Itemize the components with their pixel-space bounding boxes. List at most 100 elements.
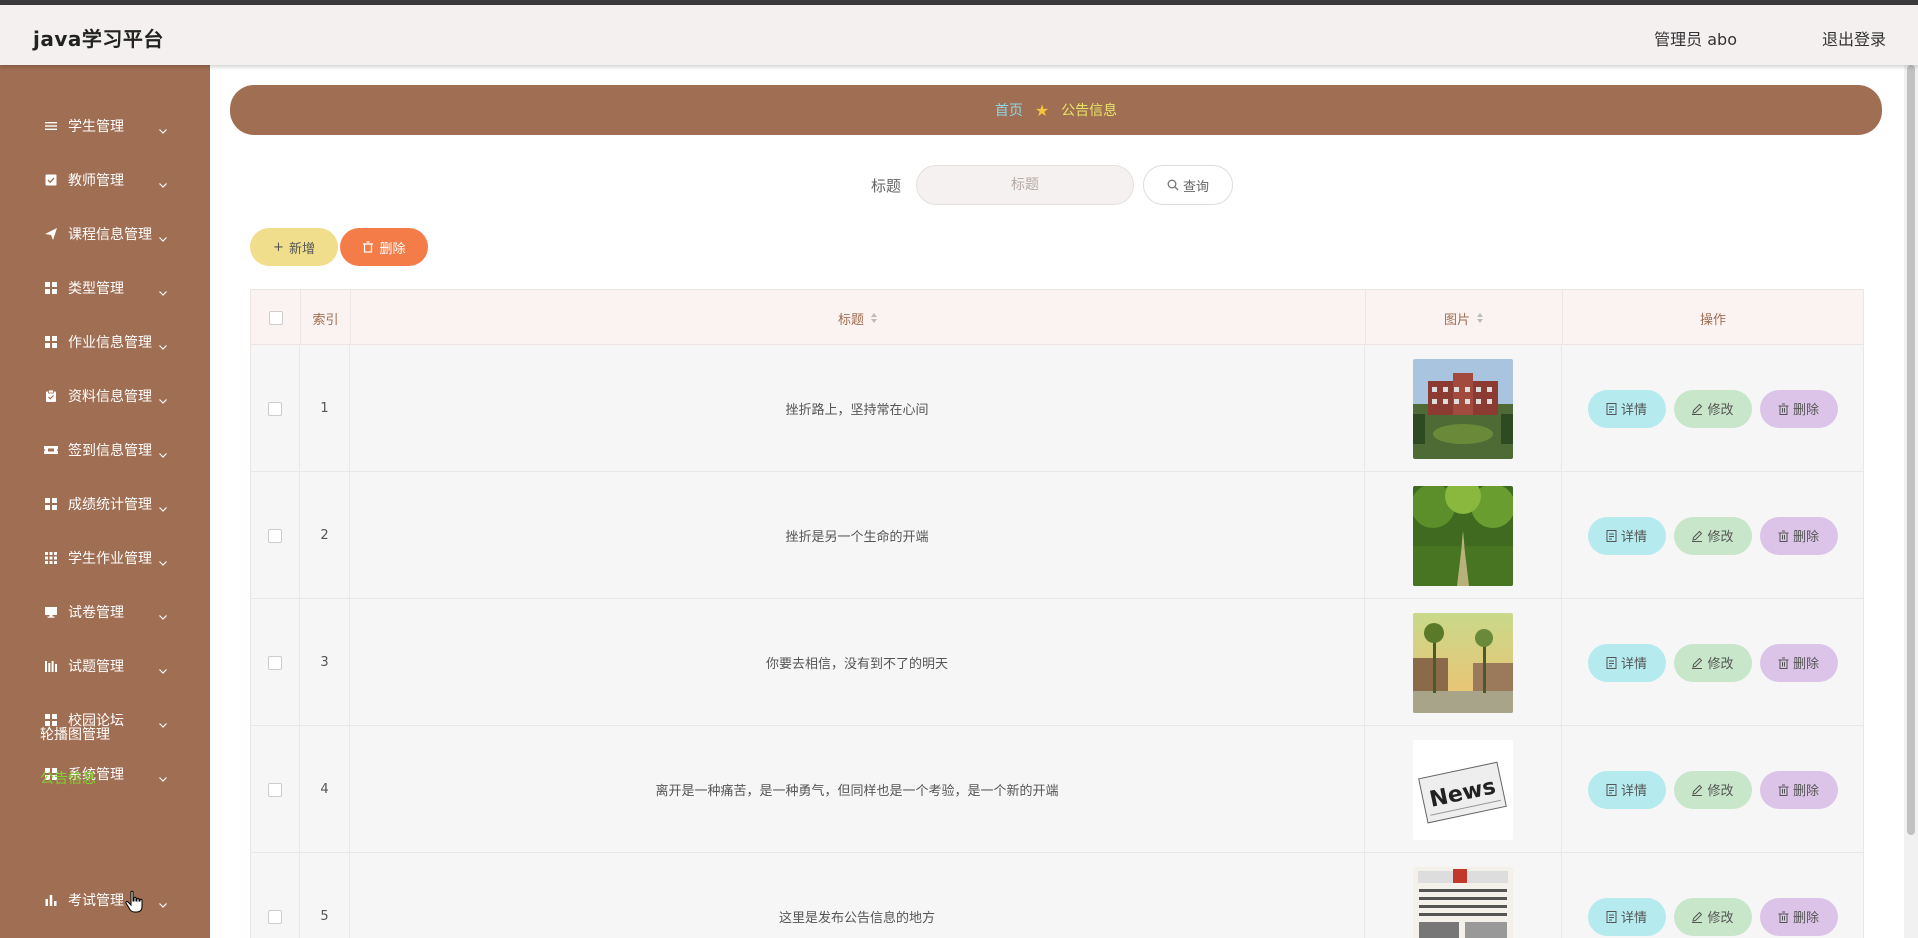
clipboard-icon [44,389,58,403]
edit-button[interactable]: 修改 [1673,389,1752,428]
edit-button-label: 修改 [1707,911,1734,926]
detail-button[interactable]: 详情 [1587,770,1666,809]
row-checkbox-cell [251,472,300,599]
row-title: 挫折路上，坚持常在心间 [350,345,1365,472]
row-checkbox-cell [251,853,300,938]
sidebar-menu-item[interactable]: 资料信息管理 [0,369,210,423]
edit-button[interactable]: 修改 [1673,897,1752,936]
edit-button[interactable]: 修改 [1673,770,1752,809]
header-title-label: 标题 [837,312,864,328]
sidebar-sub-item[interactable]: 公告信息 [40,768,96,788]
detail-button[interactable]: 详情 [1587,516,1666,555]
monitor-icon [44,605,58,619]
sidebar-menu-item[interactable]: 学生管理 [0,99,210,153]
sidebar-menu-item[interactable]: 系统管理 [0,747,210,801]
detail-button[interactable]: 详情 [1587,643,1666,682]
sidebar-menu-label: 学生管理 [68,119,124,135]
table-row: 5 这里是发布公告信息的地方 详情 修改 删除 [250,853,1864,938]
table-row: 4 离开是一种痛苦，是一种勇气，但同样也是一个考验，是一个新的开端 News 详情 修改… [250,726,1864,853]
header-index: 索引 [301,290,351,346]
batch-delete-button[interactable]: 删除 [340,228,428,266]
delete-button[interactable]: 删除 [1759,516,1838,555]
row-checkbox[interactable] [268,909,282,924]
bar-chart-icon [44,893,58,907]
trash-icon [1778,403,1789,415]
sidebar-menu-item[interactable]: 考试管理 [0,873,210,927]
delete-button[interactable]: 删除 [1759,643,1838,682]
sidebar: 学生管理教师管理 课程信息管理 类型管理作业信息管理 资料信息管理签到信息管理 成绩统计… [0,65,210,938]
chevron-down-icon [158,553,168,566]
delete-button-label: 删除 [1792,530,1819,545]
grid-icon [44,335,58,349]
sidebar-sub-item[interactable]: 轮播图管理 [40,724,110,744]
detail-button[interactable]: 详情 [1587,897,1666,936]
add-button-label: 新增 [288,241,315,257]
delete-button[interactable]: 删除 [1759,897,1838,936]
row-checkbox[interactable] [268,528,282,543]
detail-button[interactable]: 详情 [1587,389,1666,428]
detail-button-label: 详情 [1620,911,1647,926]
chevron-down-icon [158,499,168,512]
row-index: 1 [300,345,350,472]
row-checkbox[interactable] [268,401,282,416]
trash-icon [1778,657,1789,669]
search-icon [1167,179,1179,191]
logout-link[interactable]: 退出登录 [1822,26,1886,50]
sidebar-menu-item[interactable]: 学生作业管理 [0,531,210,585]
sidebar-menu-item[interactable]: 类型管理 [0,261,210,315]
detail-button-label: 详情 [1620,784,1647,799]
detail-button-label: 详情 [1620,530,1647,545]
select-all-checkbox[interactable] [268,311,283,325]
delete-button-label: 删除 [1792,911,1819,926]
sidebar-menu-item[interactable]: 成绩统计管理 [0,477,210,531]
row-checkbox-cell [251,599,300,726]
delete-button[interactable]: 删除 [1759,389,1838,428]
scrollbar[interactable] [1904,65,1918,938]
admin-user-label: 管理员 abo [1654,30,1737,49]
row-title: 你要去相信，没有到不了的明天 [350,599,1365,726]
delete-button[interactable]: 删除 [1759,770,1838,809]
row-checkbox-cell [251,726,300,853]
sidebar-menu-item[interactable]: 作业信息管理 [0,315,210,369]
chevron-down-icon [158,283,168,296]
sidebar-menu-label: 作业信息管理 [68,335,152,351]
sidebar-menu-label: 资料信息管理 [68,389,152,405]
sort-icon[interactable] [870,312,878,324]
scrollbar-thumb[interactable] [1907,65,1915,835]
search-button-label: 查询 [1182,179,1209,195]
breadcrumb-home-link[interactable]: 首页 [995,100,1023,120]
edit-button-label: 修改 [1707,784,1734,799]
edit-button[interactable]: 修改 [1673,516,1752,555]
row-image-cell [1365,345,1562,472]
chevron-down-icon [158,391,168,404]
row-actions: 详情 修改 删除 [1562,726,1863,853]
sidebar-menu-item[interactable]: 签到信息管理 [0,423,210,477]
row-image-cell [1365,472,1562,599]
table-row: 3 你要去相信，没有到不了的明天 详情 修改 删除 [250,599,1864,726]
header-actions: 操作 [1563,290,1863,346]
search-title-input[interactable] [916,165,1134,205]
header-image[interactable]: 图片 [1366,290,1563,346]
row-image-cell [1365,853,1562,938]
header-title[interactable]: 标题 [351,290,1366,346]
chevron-down-icon [158,445,168,458]
sidebar-menu-item[interactable]: 教师管理 [0,153,210,207]
search-button[interactable]: 查询 [1143,165,1233,205]
chevron-down-icon [158,715,168,728]
sidebar-menu-item[interactable]: 试题管理 [0,639,210,693]
add-button[interactable]: + 新增 [250,228,338,266]
sidebar-menu-item[interactable]: 试卷管理 [0,585,210,639]
row-checkbox[interactable] [268,655,282,670]
batch-delete-label: 删除 [379,241,406,257]
row-checkbox[interactable] [268,782,282,797]
detail-button-label: 详情 [1620,403,1647,418]
row-title: 挫折是另一个生命的开端 [350,472,1365,599]
sort-icon[interactable] [1476,312,1484,324]
chevron-down-icon [158,769,168,782]
sidebar-menu-item[interactable]: 课程信息管理 [0,207,210,261]
edit-button[interactable]: 修改 [1673,643,1752,682]
row-title: 这里是发布公告信息的地方 [350,853,1365,938]
bars-icon [44,659,58,673]
edit-icon [1692,657,1703,669]
top-header: java学习平台 管理员 abo 退出登录 [0,5,1918,65]
